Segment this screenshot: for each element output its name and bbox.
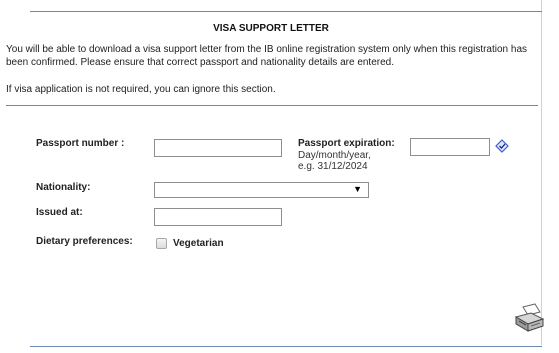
- passport-expiration-hint-example: e.g. 31/12/2024: [298, 161, 368, 172]
- passport-expiration-hint-format: Day/month/year,: [298, 150, 371, 161]
- vegetarian-checkbox[interactable]: [156, 238, 167, 249]
- top-rule: [30, 11, 542, 12]
- nationality-select[interactable]: ▼: [154, 182, 369, 198]
- issued-at-input[interactable]: [154, 208, 282, 226]
- bottom-rule: [30, 346, 542, 347]
- note-text: If visa application is not required, you…: [6, 84, 276, 95]
- passport-number-label: Passport number :: [36, 138, 125, 149]
- chevron-down-icon: ▼: [353, 184, 362, 194]
- section-divider: [6, 105, 538, 106]
- passport-number-input[interactable]: [154, 139, 282, 157]
- nationality-label: Nationality:: [36, 182, 91, 193]
- calendar-icon[interactable]: [495, 139, 509, 153]
- section-title: VISA SUPPORT LETTER: [213, 23, 329, 34]
- intro-text: You will be able to download a visa supp…: [6, 44, 528, 68]
- visa-support-panel: VISA SUPPORT LETTER You will be able to …: [0, 0, 545, 347]
- issued-at-label: Issued at:: [36, 207, 83, 218]
- printer-icon[interactable]: [513, 303, 545, 333]
- vegetarian-label[interactable]: Vegetarian: [173, 238, 224, 249]
- dietary-preferences-label: Dietary preferences:: [36, 236, 133, 247]
- passport-expiration-label: Passport expiration:: [298, 138, 395, 149]
- passport-expiration-input[interactable]: [410, 138, 490, 156]
